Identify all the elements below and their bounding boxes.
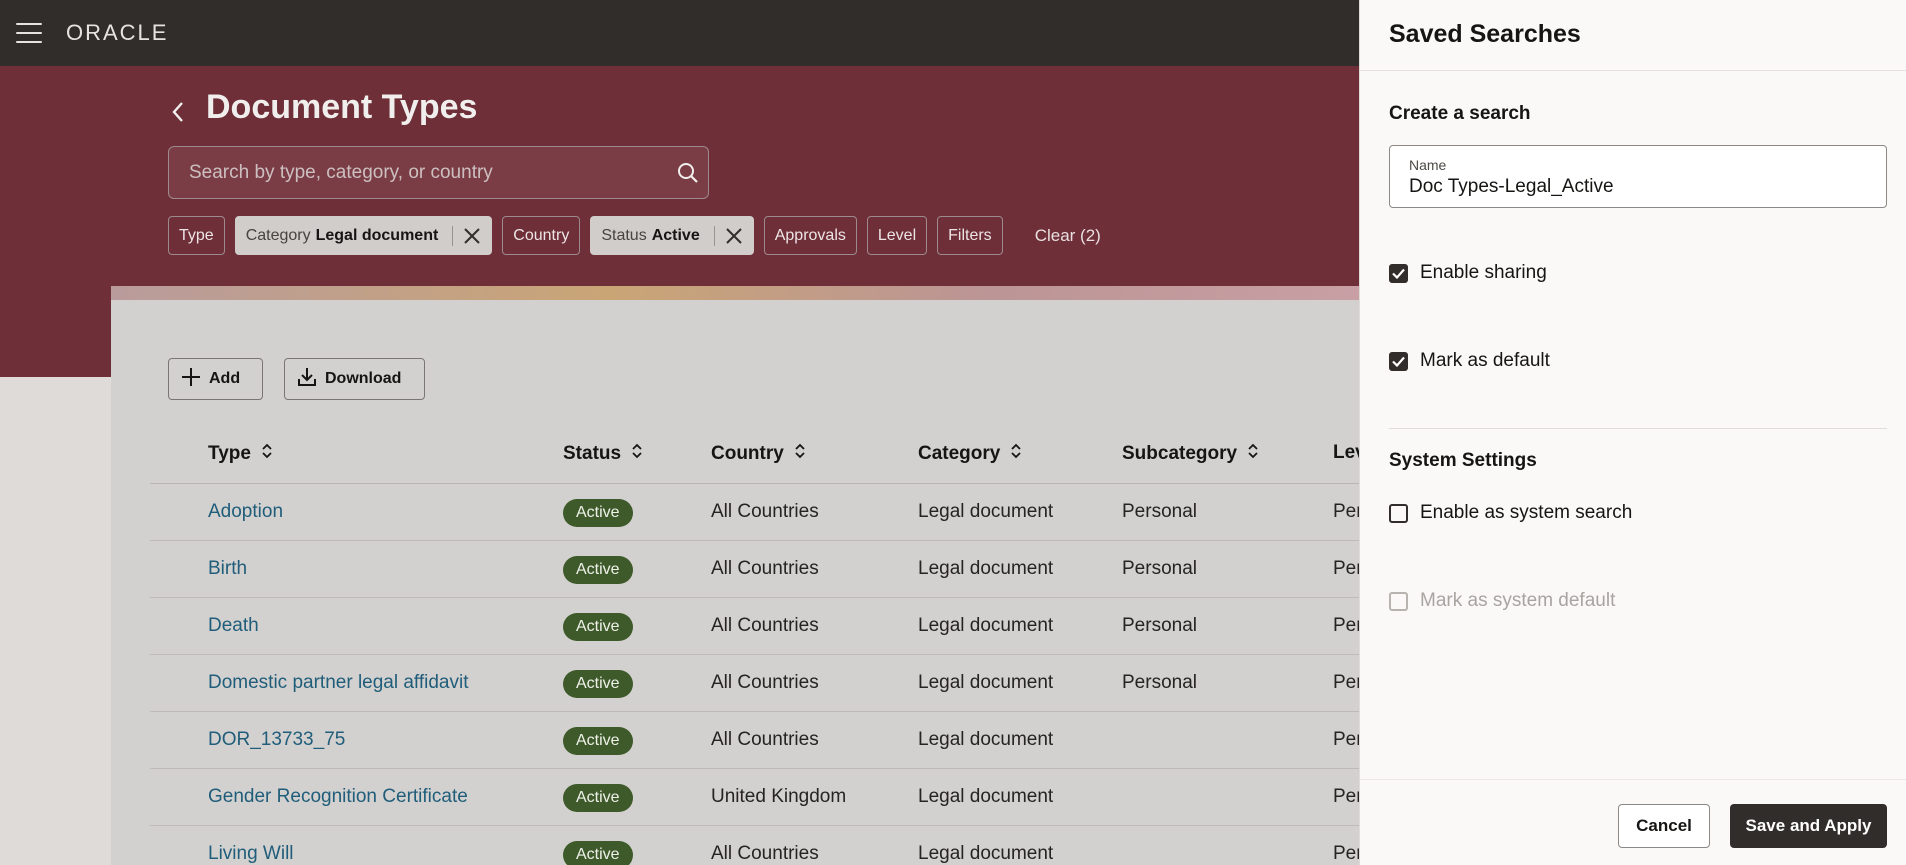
add-button[interactable]: Add <box>168 358 263 400</box>
checkbox-checked-icon[interactable] <box>1389 263 1408 283</box>
type-link[interactable]: Living Will <box>208 843 294 865</box>
search-input[interactable] <box>169 161 668 184</box>
search-field[interactable] <box>168 146 709 199</box>
filter-chip-category[interactable]: Category Legal document <box>234 216 493 255</box>
table-header: Type Status Country Category Subcategory… <box>150 424 1366 484</box>
drawer-title: Saved Searches <box>1389 20 1581 48</box>
status-badge: Active <box>563 784 633 812</box>
download-icon <box>297 367 317 392</box>
filter-chip-country[interactable]: Country <box>502 216 581 255</box>
country-cell: All Countries <box>711 843 819 864</box>
table-row[interactable]: Death Active All Countries Legal documen… <box>150 598 1363 655</box>
divider <box>1360 70 1906 71</box>
create-search-heading: Create a search <box>1389 103 1531 124</box>
sort-icon <box>1247 442 1259 466</box>
table-row[interactable]: DOR_13733_75 Active All Countries Legal … <box>150 712 1363 769</box>
country-cell: All Countries <box>711 729 819 750</box>
close-icon[interactable] <box>463 227 481 245</box>
category-cell: Legal document <box>918 786 1054 807</box>
enable-sharing-checkbox[interactable]: Enable sharing <box>1389 262 1547 284</box>
category-cell: Legal document <box>918 843 1054 864</box>
country-cell: All Countries <box>711 558 819 579</box>
name-input[interactable] <box>1409 176 1869 198</box>
oracle-logo[interactable]: ORACLE <box>66 20 168 46</box>
column-header-country[interactable]: Country <box>711 442 806 466</box>
system-default-checkbox: Mark as system default <box>1389 590 1615 612</box>
type-link[interactable]: Adoption <box>208 501 283 523</box>
country-cell: All Countries <box>711 615 819 636</box>
column-header-status[interactable]: Status <box>563 442 643 466</box>
column-header-subcategory[interactable]: Subcategory <box>1122 442 1259 466</box>
table-row[interactable]: Domestic partner legal affidavit Active … <box>150 655 1363 712</box>
type-link[interactable]: Death <box>208 615 259 637</box>
mark-default-checkbox[interactable]: Mark as default <box>1389 350 1550 372</box>
category-cell: Legal document <box>918 729 1054 750</box>
status-badge: Active <box>563 556 633 584</box>
filter-chip-level[interactable]: Level <box>866 216 928 255</box>
sort-icon <box>631 442 643 466</box>
subcategory-cell: Personal <box>1122 501 1197 522</box>
card-banner <box>111 286 1360 300</box>
type-link[interactable]: Domestic partner legal affidavit <box>208 672 469 694</box>
plus-icon <box>181 367 201 392</box>
saved-searches-drawer: Saved Searches Create a search Name Enab… <box>1359 0 1906 865</box>
sort-icon <box>1010 442 1022 466</box>
cancel-button[interactable]: Cancel <box>1618 804 1710 848</box>
name-label: Name <box>1409 157 1447 173</box>
category-cell: Legal document <box>918 615 1054 636</box>
close-icon[interactable] <box>725 227 743 245</box>
system-search-checkbox[interactable]: Enable as system search <box>1389 502 1632 524</box>
status-badge: Active <box>563 670 633 698</box>
save-and-apply-button[interactable]: Save and Apply <box>1730 804 1887 848</box>
status-badge: Active <box>563 499 633 527</box>
footer-divider <box>1360 779 1906 780</box>
type-link[interactable]: Gender Recognition Certificate <box>208 786 468 808</box>
category-cell: Legal document <box>918 501 1054 522</box>
status-badge: Active <box>563 841 633 865</box>
subcategory-cell: Personal <box>1122 672 1197 693</box>
status-badge: Active <box>563 613 633 641</box>
filter-chips: Type Category Legal document Country Stat… <box>168 216 1101 255</box>
country-cell: All Countries <box>711 501 819 522</box>
table-row[interactable]: Gender Recognition Certificate Active Un… <box>150 769 1363 826</box>
checkbox-checked-icon[interactable] <box>1389 351 1408 371</box>
clear-filters-link[interactable]: Clear (2) <box>1035 226 1101 246</box>
category-cell: Legal document <box>918 558 1054 579</box>
table-row[interactable]: Adoption Active All Countries Legal docu… <box>150 484 1363 541</box>
checkbox-disabled-icon <box>1389 591 1408 611</box>
download-button[interactable]: Download <box>284 358 425 400</box>
page-title: Document Types <box>206 88 478 126</box>
subcategory-cell: Personal <box>1122 558 1197 579</box>
sort-icon <box>794 442 806 466</box>
name-field[interactable]: Name <box>1389 145 1887 208</box>
section-divider <box>1389 428 1887 429</box>
category-cell: Legal document <box>918 672 1054 693</box>
type-link[interactable]: Birth <box>208 558 247 580</box>
table-row[interactable]: Birth Active All Countries Legal documen… <box>150 541 1363 598</box>
checkbox-unchecked-icon[interactable] <box>1389 503 1408 523</box>
subcategory-cell: Personal <box>1122 615 1197 636</box>
sort-icon <box>261 442 273 466</box>
country-cell: United Kingdom <box>711 786 847 807</box>
filter-chip-status[interactable]: Status Active <box>590 216 754 255</box>
filter-chip-approvals[interactable]: Approvals <box>763 216 857 255</box>
column-header-category[interactable]: Category <box>918 442 1022 466</box>
country-cell: All Countries <box>711 672 819 693</box>
back-icon[interactable] <box>166 100 190 124</box>
system-settings-heading: System Settings <box>1389 450 1537 471</box>
search-icon[interactable] <box>668 162 708 184</box>
status-badge: Active <box>563 727 633 755</box>
type-link[interactable]: DOR_13733_75 <box>208 729 345 751</box>
menu-icon[interactable] <box>16 23 42 43</box>
table-row[interactable]: Living Will Active All Countries Legal d… <box>150 826 1363 865</box>
filter-chip-filters[interactable]: Filters <box>937 216 1003 255</box>
filter-chip-type[interactable]: Type <box>168 216 225 255</box>
column-header-type[interactable]: Type <box>208 442 273 466</box>
